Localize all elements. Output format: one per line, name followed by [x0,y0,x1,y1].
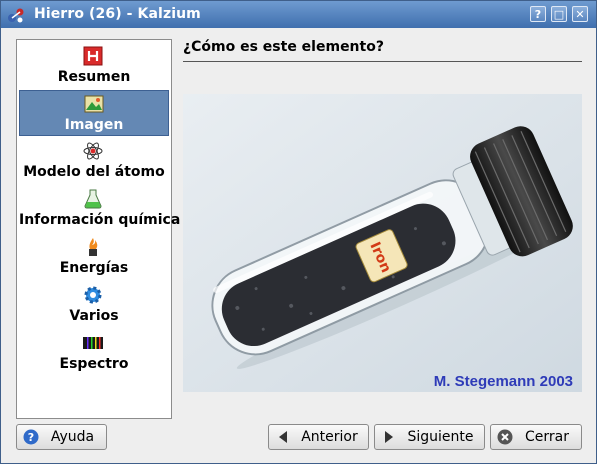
sidebar-item-spectrum[interactable]: Espectro [19,330,169,376]
next-button[interactable]: Siguiente [374,424,485,450]
sidebar-item-label: Imagen [64,117,124,133]
divider [183,61,582,62]
help-button[interactable]: ? Ayuda [16,424,107,450]
photo-credit: M. Stegemann 2003 [434,373,573,390]
flask-icon [84,189,102,209]
summary-h-icon [83,46,103,66]
svg-text:?: ? [28,431,34,444]
sidebar-item-misc[interactable]: Varios [19,282,169,328]
sidebar-item-label: Varios [69,308,119,324]
sidebar-item-chemical-info[interactable]: Información química [19,186,181,232]
atom-icon [83,142,103,160]
flame-icon [89,238,98,256]
sidebar-item-energies[interactable]: Energías [19,234,169,280]
kalzium-app-icon [8,8,24,23]
window-title: Hierro (26) - Kalzium [34,6,201,22]
page-title: ¿Cómo es este elemento? [183,39,384,55]
help-button-label: Ayuda [50,429,95,445]
sidebar-item-label: Espectro [59,356,129,372]
sidebar: Resumen Imagen Modelo del átomo Informac… [16,39,181,419]
sidebar-item-atom-model[interactable]: Modelo del átomo [19,138,169,184]
title-bar[interactable]: Hierro (26) - Kalzium ? □ ✕ [1,1,596,28]
help-icon: ? [23,429,39,445]
sidebar-item-summary[interactable]: Resumen [19,43,169,89]
gear-icon [84,286,102,304]
sidebar-item-label: Información química [19,212,181,228]
previous-button-label: Anterior [301,429,358,445]
spectrum-icon [83,337,103,349]
close-icon [497,429,513,445]
kalzium-dialog: Hierro (26) - Kalzium ? □ ✕ Resumen Imag… [0,0,597,464]
close-window-button[interactable]: ✕ [572,6,588,22]
sidebar-item-label: Modelo del átomo [23,164,165,180]
arrow-left-icon [279,431,287,443]
arrow-right-icon [385,431,393,443]
image-icon [84,95,104,113]
element-photo: Iron M. Stegemann 2003 [183,94,582,392]
previous-button[interactable]: Anterior [268,424,369,450]
maximize-button[interactable]: □ [551,6,567,22]
sidebar-item-image[interactable]: Imagen [19,90,169,136]
close-button-label: Cerrar [525,429,569,445]
sidebar-item-label: Resumen [57,69,131,85]
sidebar-item-label: Energías [59,260,129,276]
close-button[interactable]: Cerrar [490,424,582,450]
help-titlebar-button[interactable]: ? [530,6,546,22]
next-button-label: Siguiente [407,429,474,445]
